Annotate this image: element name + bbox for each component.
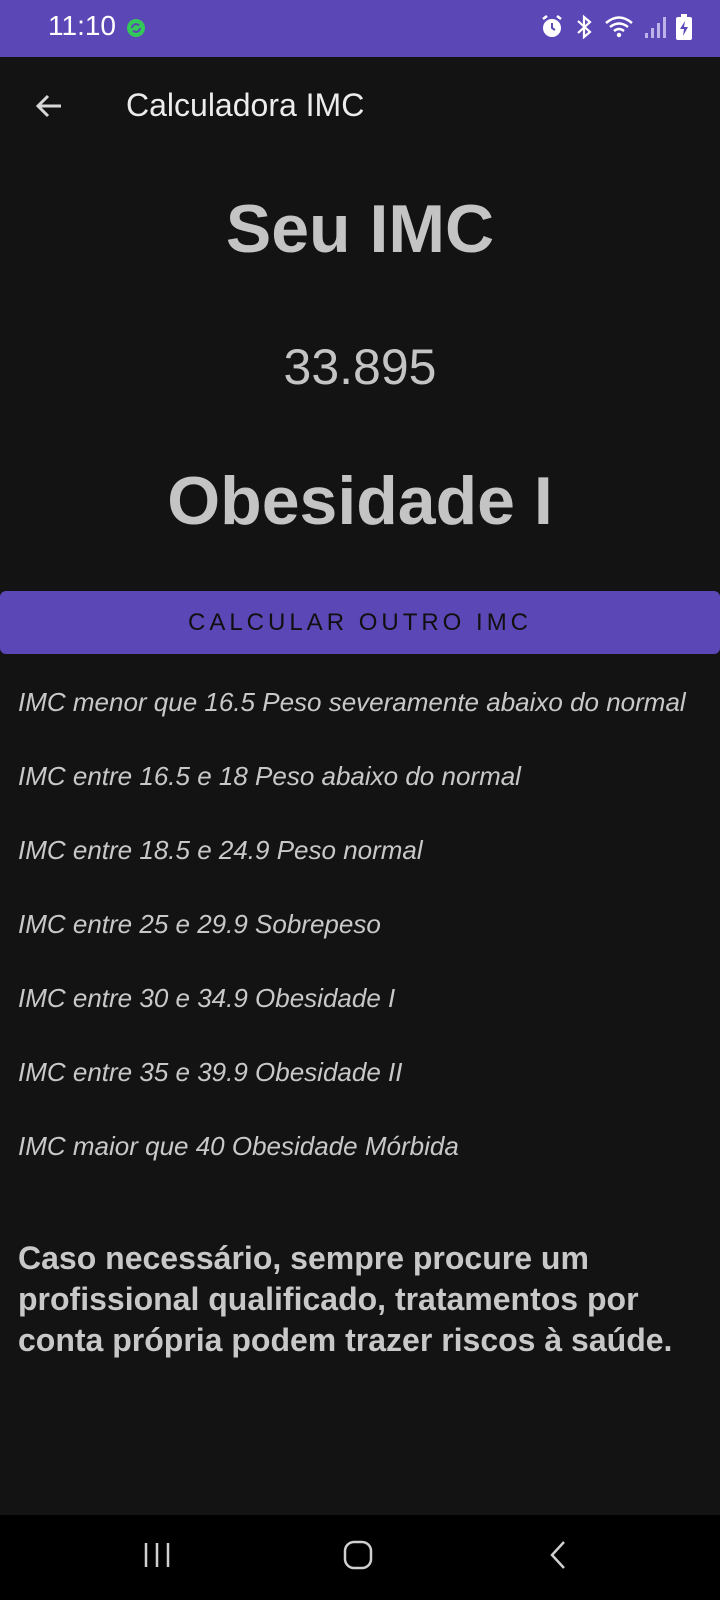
range-item: IMC entre 25 e 29.9 Sobrepeso: [18, 909, 381, 939]
range-item: IMC entre 35 e 39.9 Obesidade II: [18, 1057, 403, 1087]
bluetooth-icon: [574, 14, 594, 40]
app-bar: Calculadora IMC: [0, 57, 720, 157]
bmi-ranges-list: IMC menor que 16.5 Peso severamente abai…: [18, 686, 698, 1204]
alarm-icon: [540, 14, 564, 40]
status-icons: [540, 14, 692, 40]
bmi-category: Obesidade I: [167, 463, 553, 539]
wifi-icon: [604, 15, 634, 39]
status-bar: 11:10: [0, 0, 720, 57]
back-button[interactable]: [26, 85, 72, 131]
app-title: Calculadora IMC: [126, 87, 365, 123]
nav-back-button[interactable]: [534, 1535, 584, 1579]
home-button[interactable]: [333, 1535, 383, 1579]
sync-icon: [126, 18, 146, 38]
status-time: 11:10: [48, 10, 116, 41]
range-item: IMC entre 30 e 34.9 Obesidade I: [18, 983, 396, 1013]
recents-icon: [142, 1540, 172, 1575]
result-heading: Seu IMC: [225, 191, 495, 267]
range-item: IMC menor que 16.5 Peso severamente abai…: [18, 687, 686, 717]
arrow-back-icon: [33, 90, 65, 127]
system-nav-bar: [0, 1515, 720, 1600]
bmi-value: 33.895: [283, 339, 437, 395]
range-item: IMC maior que 40 Obesidade Mórbida: [18, 1131, 459, 1161]
home-icon: [342, 1539, 374, 1576]
recents-button[interactable]: [132, 1535, 182, 1579]
range-item: IMC entre 16.5 e 18 Peso abaixo do norma…: [18, 761, 521, 791]
health-warning: Caso necessário, sempre procure um profi…: [18, 1240, 673, 1358]
range-item: IMC entre 18.5 e 24.9 Peso normal: [18, 835, 423, 865]
calculate-again-button[interactable]: CALCULAR OUTRO IMC: [0, 591, 720, 654]
signal-icon: [644, 15, 666, 39]
battery-charging-icon: [676, 14, 692, 40]
back-icon: [544, 1539, 574, 1576]
